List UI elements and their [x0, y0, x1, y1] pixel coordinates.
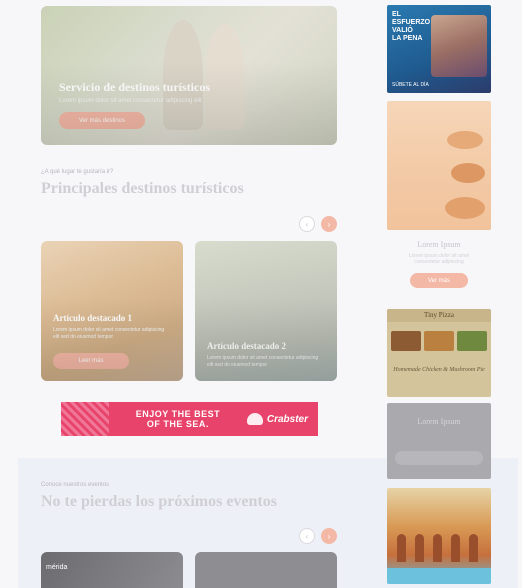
article-title: Artículo destacado 2 — [207, 341, 286, 351]
destinations-prev-button[interactable]: ‹ — [299, 216, 315, 232]
food-photo — [457, 331, 487, 351]
sidebar-ad-espejo[interactable]: EL ESFUERZO VALIÓ LA PENA SÚBETE AL DÍA — [387, 5, 491, 93]
crab-logo-icon — [246, 413, 263, 425]
placeholder-title: Lorem Ipsum — [417, 417, 461, 426]
banner-line-2: OF THE SEA. — [146, 419, 209, 429]
article-card[interactable]: Artículo destacado 2 Lorem ipsum dolor s… — [195, 241, 337, 381]
ad-headline-line: ESFUERZO — [392, 19, 431, 26]
hero-subtitle: Lorem ipsum dolor sit amet consectetur a… — [59, 98, 202, 104]
bowl-image — [445, 197, 485, 219]
article-read-more-button[interactable]: Leer más — [53, 353, 129, 369]
arch-column — [415, 534, 424, 562]
ad-headline-line: VALIÓ — [392, 27, 413, 34]
events-next-button[interactable]: › — [321, 528, 337, 544]
ad-footer: SÚBETE AL DÍA — [392, 82, 429, 88]
food-photo — [424, 331, 454, 351]
article-description: Lorem ipsum dolor sit amet consectetur a… — [207, 355, 319, 368]
ad-headline-line: LA PENA — [392, 35, 423, 42]
restaurant-dish: Homemade Chicken & Mushroom Pie — [393, 367, 485, 373]
banner-brand-name: Crabster — [266, 413, 308, 425]
bowl-image — [447, 131, 483, 149]
destinations-title: Principales destinos turísticos — [41, 180, 244, 197]
ad-headline: EL ESFUERZO VALIÓ LA PENA — [392, 11, 430, 43]
arch-column — [451, 534, 460, 562]
ad-banner[interactable]: ENJOY THE BEST OF THE SEA. Crabster — [61, 402, 318, 436]
article-description: Lorem ipsum dolor sit amet consectetur a… — [53, 327, 165, 340]
hero-card[interactable]: Servicio de destinos turísticos Lorem ip… — [41, 6, 337, 145]
food-photo — [391, 331, 421, 351]
hero-title: Servicio de destinos turísticos — [59, 80, 210, 94]
destinations-next-button[interactable]: › — [321, 216, 337, 232]
banner-brand: Crabster — [246, 413, 318, 425]
sidebar-promo-title: Lorem Ipsum — [417, 240, 461, 249]
arch-column — [397, 534, 406, 562]
hero-button[interactable]: Ver más destinos — [59, 112, 145, 129]
arch-column — [469, 534, 478, 562]
article-title: Artículo destacado 1 — [53, 313, 132, 323]
ad-headline-line: EL — [392, 11, 401, 18]
banner-headline: ENJOY THE BEST OF THE SEA. — [109, 409, 247, 429]
ad-photo — [431, 15, 487, 77]
hero-image-person — [163, 20, 203, 130]
page: Servicio de destinos turísticos Lorem ip… — [0, 0, 522, 588]
sidebar-ad-food[interactable] — [387, 101, 491, 230]
event-card[interactable] — [195, 552, 337, 588]
placeholder-button[interactable] — [395, 451, 483, 465]
sidebar-ad-restaurant[interactable]: Tiny Pizza Homemade Chicken & Mushroom P… — [387, 309, 491, 397]
sidebar-ad-hacienda[interactable] — [387, 488, 491, 584]
banner-pattern — [61, 402, 109, 436]
arch-column — [433, 534, 442, 562]
pool-image — [387, 568, 491, 584]
sidebar-ad-placeholder[interactable]: Lorem Ipsum — [387, 403, 491, 479]
banner-line-1: ENJOY THE BEST — [135, 409, 221, 419]
restaurant-name: Tiny Pizza — [387, 309, 491, 322]
sidebar-promo-text: Lorem ipsum dolor sit amet consectetur a… — [408, 253, 470, 265]
sidebar-promo-button[interactable]: Ver más — [410, 273, 468, 288]
hero-image-person — [205, 24, 245, 130]
events-kicker: Conoce nuestros eventos — [41, 482, 110, 488]
event-card[interactable]: mérida — [41, 552, 183, 588]
article-card[interactable]: Artículo destacado 1 Lorem ipsum dolor s… — [41, 241, 183, 381]
events-prev-button[interactable]: ‹ — [299, 528, 315, 544]
bowl-image — [451, 163, 485, 183]
event-brand: mérida — [46, 564, 68, 571]
events-title: No te pierdas los próximos eventos — [41, 493, 277, 510]
destinations-kicker: ¿A qué lugar te gustaría ir? — [41, 169, 114, 175]
